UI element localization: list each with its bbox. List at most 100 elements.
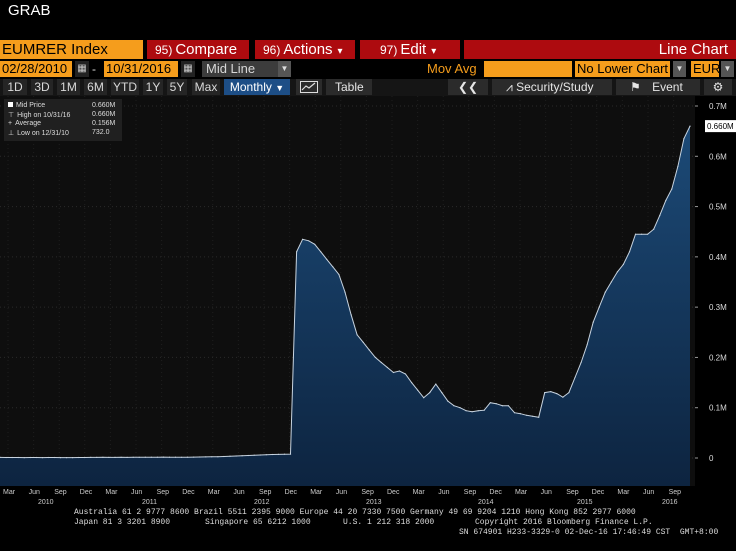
data-point bbox=[47, 456, 50, 459]
x-tick-label: Sep bbox=[156, 489, 170, 496]
edit-num: 97) bbox=[380, 43, 398, 57]
data-point bbox=[78, 456, 80, 459]
square-icon bbox=[8, 102, 13, 107]
data-point bbox=[126, 456, 128, 458]
data-point bbox=[398, 370, 401, 372]
frequency-label: Monthly bbox=[229, 80, 272, 94]
footer-contacts-singapore: Singapore 65 6212 1000 bbox=[205, 518, 311, 527]
period-button-1m[interactable]: 1M bbox=[57, 79, 80, 95]
calendar-icon[interactable]: ▦ bbox=[75, 61, 89, 77]
period-button-6m[interactable]: 6M bbox=[84, 79, 107, 95]
footer-contacts-us: U.S. 1 212 318 2000 bbox=[343, 518, 435, 527]
actions-button[interactable]: 96) Actions ▾ bbox=[255, 40, 355, 59]
x-tick-label: Mar bbox=[310, 489, 323, 496]
x-year-label: 2013 bbox=[366, 499, 382, 506]
data-point bbox=[574, 376, 576, 379]
legend-row-high: ⊤ High on 10/31/16 bbox=[8, 111, 70, 119]
chevron-down-icon[interactable]: ▼ bbox=[673, 61, 686, 77]
compare-label: Compare bbox=[175, 41, 238, 58]
data-point bbox=[411, 382, 413, 384]
y-tick-label: 0.5M bbox=[709, 203, 727, 212]
data-point bbox=[211, 456, 213, 458]
data-point bbox=[350, 314, 352, 316]
data-point bbox=[550, 391, 552, 393]
footer-contacts-japan: Japan 81 3 3201 8900 bbox=[74, 518, 171, 527]
data-point bbox=[616, 271, 619, 273]
edit-button[interactable]: 97) Edit ▾ bbox=[360, 40, 460, 59]
chevron-down-icon[interactable]: ▼ bbox=[278, 61, 291, 77]
data-point bbox=[507, 405, 509, 407]
data-point bbox=[289, 453, 292, 455]
chart-legend[interactable]: Mid Price 0.660M ⊤ High on 10/31/16 0.660… bbox=[4, 99, 122, 141]
frequency-select[interactable]: Monthly ▼ bbox=[224, 79, 290, 95]
data-point bbox=[150, 456, 152, 458]
study-icon: ⩘ bbox=[506, 80, 513, 94]
legend-row-average: + Average bbox=[8, 120, 41, 127]
data-point bbox=[501, 405, 503, 407]
legend-label: Average bbox=[15, 120, 42, 127]
data-point bbox=[277, 453, 279, 455]
data-point bbox=[556, 393, 558, 395]
legend-row-low: ⊥ Low on 12/31/10 bbox=[8, 129, 69, 137]
x-year-label: 2012 bbox=[254, 499, 270, 506]
x-tick-label: Dec bbox=[182, 489, 195, 496]
data-point bbox=[647, 233, 649, 235]
footer-contacts-1: Australia 61 2 9777 8600 Brazil 5511 239… bbox=[74, 508, 636, 517]
y-tick-label: 0.6M bbox=[709, 152, 727, 161]
data-point bbox=[17, 456, 19, 459]
edit-label: Edit bbox=[400, 41, 427, 58]
x-tick-label: Dec bbox=[79, 489, 93, 496]
data-point bbox=[495, 403, 497, 405]
mov-avg-input[interactable] bbox=[484, 61, 572, 77]
period-button-1y[interactable]: 1Y bbox=[143, 79, 163, 95]
line-chart-icon[interactable] bbox=[296, 79, 322, 95]
data-point bbox=[187, 456, 189, 458]
start-date-field[interactable]: 02/28/2010 bbox=[0, 61, 72, 77]
compare-num: 95) bbox=[155, 43, 173, 57]
security-study-button[interactable]: ⩘ Security/Study bbox=[492, 79, 612, 95]
period-button-3d[interactable]: 3D bbox=[31, 79, 53, 95]
chart-type-selector[interactable]: Line Chart bbox=[464, 40, 736, 59]
footer-copyright: Copyright 2016 Bloomberg Finance L.P. bbox=[475, 518, 653, 527]
period-button-5y[interactable]: 5Y bbox=[167, 79, 187, 95]
chart-plot-area[interactable] bbox=[0, 96, 695, 486]
data-point bbox=[513, 412, 516, 414]
data-point bbox=[23, 457, 25, 459]
x-tick-label: Dec bbox=[591, 489, 605, 496]
data-point bbox=[417, 389, 419, 391]
y-tick-label: 0.7M bbox=[709, 102, 727, 111]
currency-select[interactable]: EUR bbox=[691, 61, 720, 77]
data-point bbox=[435, 383, 437, 385]
x-tick-label: Dec bbox=[489, 489, 502, 496]
compare-button[interactable]: 95) Compare bbox=[147, 40, 249, 59]
event-button[interactable]: ⚑ Event bbox=[616, 79, 700, 95]
data-point bbox=[181, 456, 183, 458]
actions-num: 96) bbox=[263, 43, 281, 57]
data-point bbox=[665, 199, 667, 202]
x-tick-label: Mar bbox=[207, 489, 220, 496]
period-button-ytd[interactable]: YTD bbox=[111, 79, 139, 95]
ticker-field[interactable]: EUMRER Index bbox=[0, 40, 143, 59]
x-tick-label: Jun bbox=[335, 489, 348, 496]
y-tick-label: 0.2M bbox=[709, 353, 727, 362]
data-point bbox=[96, 456, 98, 458]
data-point bbox=[465, 410, 467, 412]
data-point bbox=[314, 243, 316, 245]
calendar-icon[interactable]: ▦ bbox=[181, 61, 195, 77]
period-button-max[interactable]: Max bbox=[192, 79, 220, 95]
data-point bbox=[689, 125, 691, 127]
scroll-left-icon[interactable]: ❮❮ bbox=[448, 79, 488, 95]
x-tick-label: Dec bbox=[284, 489, 298, 496]
data-point bbox=[84, 456, 86, 459]
data-point bbox=[59, 457, 62, 459]
data-point bbox=[374, 356, 376, 358]
end-date-field[interactable]: 10/31/2016 bbox=[104, 61, 178, 77]
lower-chart-select[interactable]: No Lower Chart bbox=[575, 61, 670, 77]
data-point bbox=[423, 397, 425, 399]
data-point bbox=[35, 456, 37, 459]
price-field-select[interactable]: Mid Line bbox=[202, 61, 278, 77]
period-button-1d[interactable]: 1D bbox=[3, 79, 27, 95]
chevron-down-icon[interactable]: ▼ bbox=[721, 61, 734, 77]
table-button[interactable]: Table bbox=[326, 79, 372, 95]
gear-icon[interactable]: ⚙ bbox=[704, 79, 732, 95]
